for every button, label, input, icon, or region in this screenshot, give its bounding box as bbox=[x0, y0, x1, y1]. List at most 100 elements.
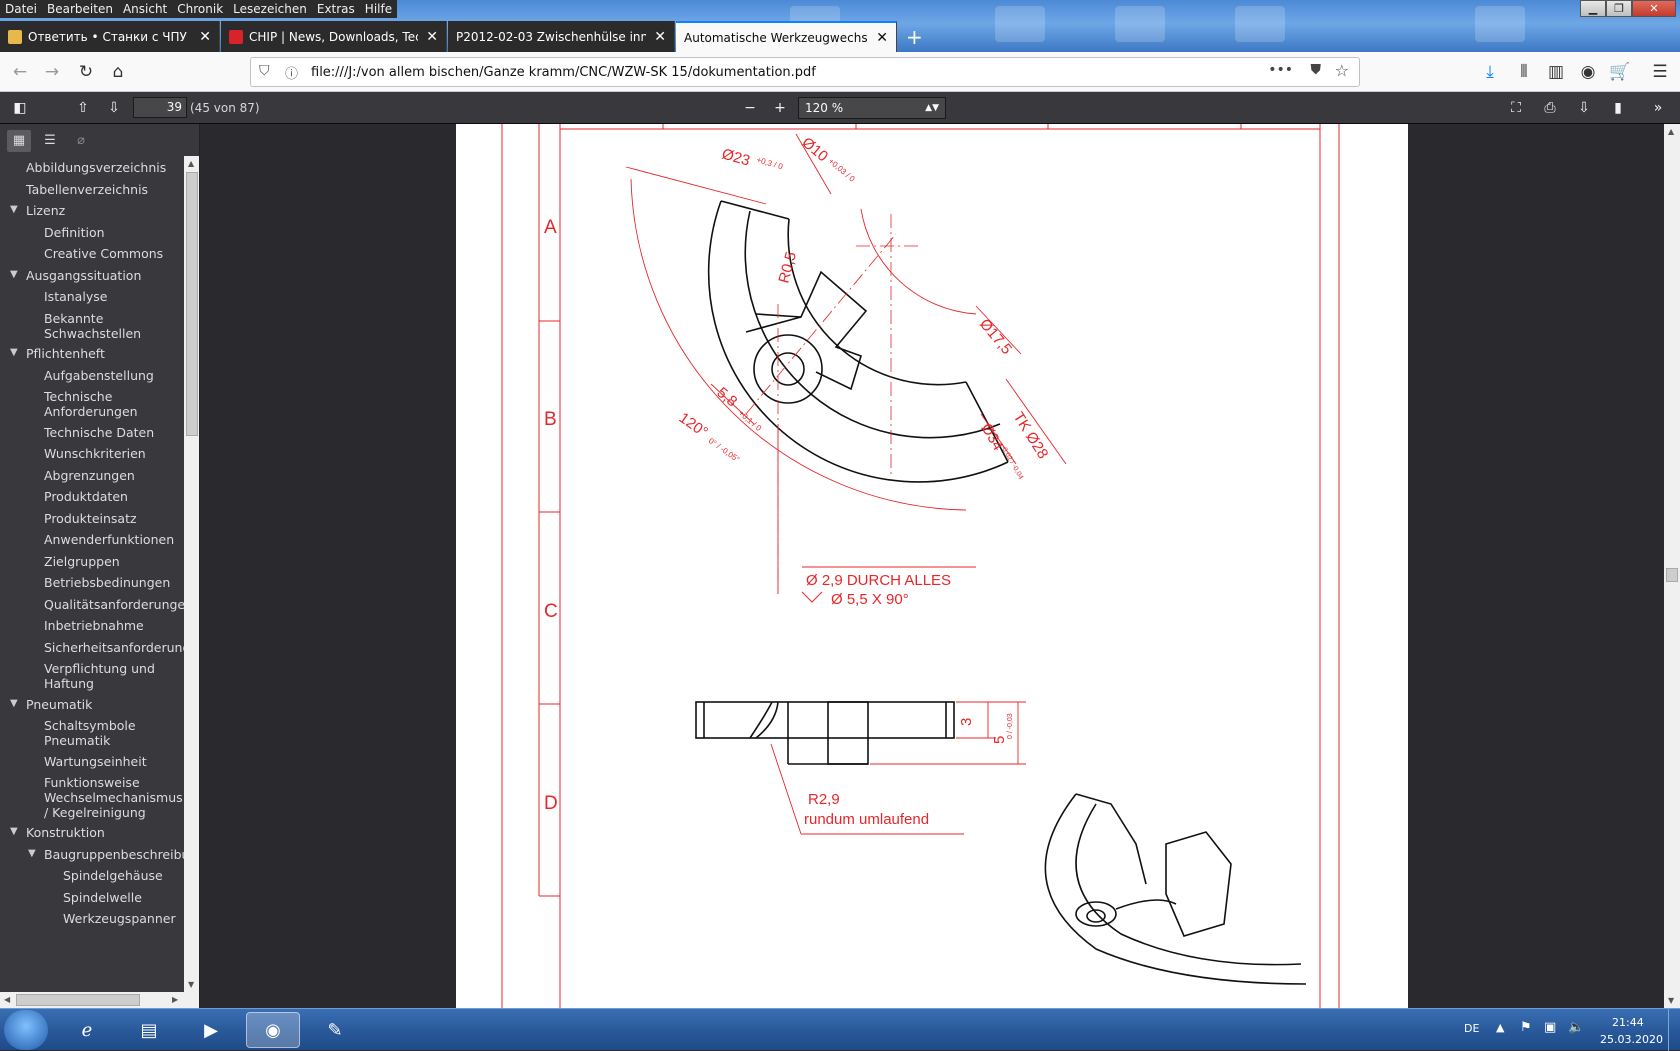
zoom-select[interactable]: 120 % ▲▼ bbox=[798, 97, 946, 119]
outline-item[interactable]: Abbildungsverzeichnis bbox=[26, 160, 182, 175]
reload-icon[interactable]: ↻ bbox=[74, 60, 98, 84]
volume-icon[interactable]: 🔈 bbox=[1568, 1020, 1584, 1035]
bookmark-star-icon[interactable]: ☆ bbox=[1335, 61, 1349, 80]
sidebar-scrollbar[interactable]: ▲ ▼ bbox=[184, 156, 199, 992]
menu-datei[interactable]: Datei bbox=[0, 0, 42, 18]
outline-item[interactable]: Technische Daten bbox=[44, 425, 182, 440]
tab-3[interactable]: Automatische Werkzeugwechselsp ✕ bbox=[676, 21, 897, 52]
close-window-button[interactable]: ✕ bbox=[1632, 0, 1676, 17]
tab-0[interactable]: Ответить • Станки с ЧПУ на ф ✕ bbox=[0, 21, 220, 52]
scroll-right-icon[interactable]: ▶ bbox=[172, 995, 178, 1004]
scroll-down-icon[interactable]: ▼ bbox=[188, 980, 194, 989]
presentation-mode-icon[interactable]: ⛶ bbox=[1506, 98, 1526, 118]
outline-item[interactable]: Anwenderfunktionen bbox=[44, 532, 182, 547]
menu-ansicht[interactable]: Ansicht bbox=[118, 0, 172, 18]
hamburger-menu-icon[interactable]: ☰ bbox=[1648, 60, 1672, 84]
outline-toggle-icon[interactable]: ▼ bbox=[28, 848, 38, 859]
outline-toggle-icon[interactable]: ▼ bbox=[10, 348, 20, 358]
outline-item[interactable]: Sicherheitsanforderungen bbox=[44, 640, 184, 655]
home-icon[interactable]: ⌂ bbox=[106, 60, 130, 84]
language-indicator[interactable]: DE bbox=[1464, 1022, 1479, 1035]
library-icon[interactable]: ⫴ bbox=[1512, 60, 1536, 84]
save-icon[interactable]: ⇩ bbox=[1574, 98, 1594, 118]
close-tab-icon[interactable]: ✕ bbox=[654, 29, 666, 45]
show-desktop-button[interactable] bbox=[1668, 1009, 1680, 1051]
pdf-viewer[interactable]: A B C D Ø23 +0,3 / 0 Ø10 +0,03 / 0 R0,5 … bbox=[200, 124, 1680, 1008]
outline-item[interactable]: Spindelgehäuse bbox=[63, 868, 182, 883]
sidebar-toggle-icon[interactable]: ◧ bbox=[10, 98, 30, 118]
outline-item[interactable]: Inbetriebnahme bbox=[44, 618, 182, 633]
scroll-left-icon[interactable]: ◀ bbox=[4, 995, 10, 1004]
bookmark-icon[interactable]: ▮ bbox=[1608, 98, 1628, 118]
outline-item[interactable]: Creative Commons bbox=[44, 246, 182, 261]
next-page-icon[interactable]: ⇩ bbox=[104, 98, 124, 118]
outline-item[interactable]: Produktdaten bbox=[44, 489, 182, 504]
viewer-scrollbar[interactable]: ▲ ▼ bbox=[1664, 124, 1680, 1008]
scroll-down-icon[interactable]: ▼ bbox=[1668, 996, 1674, 1005]
outline-item[interactable]: Lizenz bbox=[26, 203, 182, 218]
menu-lesezeichen[interactable]: Lesezeichen bbox=[228, 0, 312, 18]
outline-item[interactable]: Zielgruppen bbox=[44, 554, 182, 569]
page-actions-icon[interactable]: ••• bbox=[1268, 62, 1293, 78]
back-arrow-icon[interactable]: ← bbox=[8, 60, 32, 84]
scrollbar-thumb[interactable] bbox=[1666, 568, 1678, 582]
menu-chronik[interactable]: Chronik bbox=[172, 0, 228, 18]
clock-date[interactable]: 25.03.2020 bbox=[1600, 1033, 1663, 1046]
account-icon[interactable]: ◉ bbox=[1576, 60, 1600, 84]
network-icon[interactable]: ▣ bbox=[1544, 1020, 1556, 1035]
tab-1[interactable]: CHIP | News, Downloads, Tech ✕ bbox=[221, 21, 447, 52]
outline-item[interactable]: Ausgangssituation bbox=[26, 268, 182, 283]
outline-item[interactable]: Bekannte Schwachstellen bbox=[44, 311, 172, 341]
zoom-out-icon[interactable]: − bbox=[740, 98, 760, 118]
outline-item[interactable]: Betriebsbedinungen bbox=[44, 575, 182, 590]
close-tab-icon[interactable]: ✕ bbox=[876, 30, 888, 46]
outline-item[interactable]: Qualitätsanforderungen bbox=[44, 597, 184, 612]
outline-item[interactable]: Technische Anforderungen bbox=[44, 389, 172, 419]
outline-item[interactable]: Pflichtenheft bbox=[26, 346, 182, 361]
site-info-icon[interactable]: ⓘ bbox=[285, 63, 298, 82]
close-tab-icon[interactable]: ✕ bbox=[199, 29, 211, 45]
outline-item[interactable]: Spindelwelle bbox=[63, 890, 182, 905]
outline-item[interactable]: Baugruppenbeschreibung bbox=[44, 847, 184, 862]
outline-item[interactable]: Aufgabenstellung bbox=[44, 368, 182, 383]
print-icon[interactable]: ⎙ bbox=[1540, 98, 1560, 118]
outline-item[interactable]: Funktionsweise Wechselmechanismus / Kege… bbox=[44, 775, 183, 820]
menu-hilfe[interactable]: Hilfe bbox=[360, 0, 397, 18]
outline-item[interactable]: Werkzeugspanner bbox=[63, 911, 182, 926]
clock-time[interactable]: 21:44 bbox=[1612, 1016, 1644, 1029]
media-player-icon[interactable]: ▶ bbox=[184, 1012, 238, 1048]
outline-item[interactable]: Wunschkriterien bbox=[44, 446, 182, 461]
outline-item[interactable]: Definition bbox=[44, 225, 182, 240]
downloads-icon[interactable]: ⤓ bbox=[1478, 60, 1502, 84]
outline-item[interactable]: Abgrenzungen bbox=[44, 468, 182, 483]
outline-toggle-icon[interactable]: ▼ bbox=[10, 205, 20, 215]
close-tab-icon[interactable]: ✕ bbox=[426, 29, 438, 45]
start-button[interactable] bbox=[4, 1010, 48, 1050]
tools-menu-icon[interactable]: » bbox=[1648, 98, 1668, 118]
new-tab-button[interactable]: + bbox=[898, 21, 932, 52]
zoom-in-icon[interactable]: + bbox=[770, 98, 790, 118]
sidebar-toggle-icon[interactable]: ▥ bbox=[1544, 60, 1568, 84]
scrollbar-thumb[interactable] bbox=[16, 994, 140, 1006]
outline-view-icon[interactable]: ☰ bbox=[38, 130, 62, 152]
cart-extension-icon[interactable]: 🛒 bbox=[1608, 60, 1632, 84]
firefox-icon[interactable]: ◉ bbox=[246, 1012, 300, 1048]
outline-toggle-icon[interactable]: ▼ bbox=[10, 698, 20, 709]
outline-item[interactable]: Wartungseinheit bbox=[44, 754, 182, 769]
url-bar[interactable]: ⛉ ⓘ file:///J:/von allem bischen/Ganze k… bbox=[250, 57, 1360, 87]
outline-item[interactable]: Istanalyse bbox=[44, 289, 182, 304]
thumbnails-view-icon[interactable]: ▦ bbox=[7, 130, 31, 152]
menu-extras[interactable]: Extras bbox=[312, 0, 360, 18]
action-center-flag-icon[interactable]: ⚑ bbox=[1520, 1020, 1532, 1035]
show-hidden-icons-icon[interactable]: ▲ bbox=[1496, 1021, 1504, 1034]
page-number-input[interactable]: 39 bbox=[133, 97, 187, 118]
tracking-shield-icon[interactable]: ⛉ bbox=[259, 63, 270, 79]
scroll-up-icon[interactable]: ▲ bbox=[188, 159, 194, 168]
sidebar-horizontal-scrollbar[interactable]: ◀ ▶ bbox=[0, 992, 199, 1008]
minimize-button[interactable]: ▁ bbox=[1580, 0, 1606, 17]
file-explorer-icon[interactable]: ▤ bbox=[122, 1012, 176, 1048]
outline-item[interactable]: Produkteinsatz bbox=[44, 511, 182, 526]
restore-button[interactable]: ❐ bbox=[1606, 0, 1632, 17]
internet-explorer-icon[interactable]: ℯ bbox=[60, 1012, 114, 1048]
previous-page-icon[interactable]: ⇧ bbox=[73, 98, 93, 118]
